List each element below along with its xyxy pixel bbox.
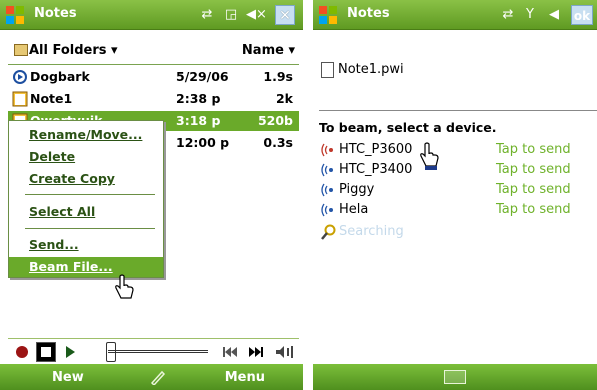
skip-back-button[interactable] bbox=[218, 342, 242, 362]
sort-dropdown[interactable]: Name ▾ bbox=[242, 43, 295, 58]
volume-icon[interactable]: ◀× bbox=[246, 7, 267, 23]
infrared-icon bbox=[321, 203, 333, 217]
file-name: Dogbark bbox=[30, 69, 90, 84]
new-softkey[interactable]: New bbox=[52, 370, 84, 385]
menu-item-rename-move[interactable]: Rename/Move... bbox=[9, 125, 163, 145]
file-name: Note1 bbox=[30, 91, 73, 106]
skip-forward-icon bbox=[249, 347, 263, 357]
note-icon bbox=[12, 91, 28, 107]
menu-item-beam-file[interactable]: Beam File... bbox=[9, 257, 163, 277]
stop-icon bbox=[41, 347, 51, 357]
audio-toolbar bbox=[8, 338, 299, 364]
tap-hand-cursor-icon bbox=[420, 142, 439, 170]
skip-forward-button[interactable] bbox=[244, 342, 268, 362]
folder-dropdown[interactable]: All Folders ▾ bbox=[29, 43, 118, 58]
device-name: HTC_P3600 bbox=[339, 142, 413, 157]
context-menu: Rename/Move... Delete Create Copy Select… bbox=[8, 120, 164, 278]
app-title: Notes bbox=[34, 6, 77, 21]
menu-item-delete[interactable]: Delete bbox=[9, 147, 163, 167]
device-name: Hela bbox=[339, 202, 369, 217]
title-bar: Notes ⇄ Y ◀ ok bbox=[313, 0, 597, 30]
device-name: HTC_P3400 bbox=[339, 162, 413, 177]
play-icon bbox=[66, 346, 75, 358]
beam-screen: Notes ⇄ Y ◀ ok Note1.pwi To beam, select… bbox=[313, 0, 597, 390]
notes-list-screen: Notes ⇄ ◲ ◀× ✕ All Folders ▾ Name ▾ Dogb… bbox=[0, 0, 303, 390]
position-slider[interactable] bbox=[108, 350, 208, 353]
ok-button[interactable]: ok bbox=[571, 5, 593, 25]
volume-level-icon bbox=[276, 346, 293, 358]
device-row[interactable]: Hela Tap to send bbox=[319, 200, 591, 220]
tap-to-send-link[interactable]: Tap to send bbox=[496, 142, 571, 157]
file-date: 5/29/06 bbox=[176, 69, 229, 84]
keyboard-icon[interactable] bbox=[444, 370, 466, 384]
signal-icon[interactable]: ◲ bbox=[222, 7, 240, 23]
menu-item-send[interactable]: Send... bbox=[9, 235, 163, 255]
tap-to-send-link[interactable]: Tap to send bbox=[496, 162, 571, 177]
connectivity-icon[interactable]: ⇄ bbox=[198, 7, 216, 23]
infrared-icon bbox=[321, 163, 333, 177]
menu-item-create-copy[interactable]: Create Copy bbox=[9, 169, 163, 189]
device-row[interactable]: HTC_P3400 Tap to send bbox=[319, 160, 591, 180]
device-name: Piggy bbox=[339, 182, 375, 197]
infrared-icon bbox=[321, 143, 333, 157]
title-bar: Notes ⇄ ◲ ◀× ✕ bbox=[0, 0, 303, 30]
stop-button[interactable] bbox=[36, 342, 56, 362]
beam-header: To beam, select a device. bbox=[319, 120, 497, 135]
device-row[interactable]: Piggy Tap to send bbox=[319, 180, 591, 200]
skip-back-icon bbox=[223, 347, 237, 357]
folder-icon bbox=[14, 44, 28, 56]
windows-start-icon[interactable] bbox=[4, 4, 26, 26]
tap-to-send-link[interactable]: Tap to send bbox=[496, 182, 571, 197]
softkey-bar: New Menu bbox=[0, 364, 303, 390]
signal-icon[interactable]: Y bbox=[521, 7, 539, 23]
menu-separator bbox=[25, 194, 155, 195]
file-size: 1.9s bbox=[263, 69, 293, 84]
document-icon bbox=[321, 62, 334, 78]
play-button[interactable] bbox=[60, 342, 80, 362]
menu-separator bbox=[25, 228, 155, 229]
document-name: Note1.pwi bbox=[338, 62, 404, 77]
softkey-bar bbox=[313, 364, 597, 390]
tap-to-send-link[interactable]: Tap to send bbox=[496, 202, 571, 217]
tap-hand-cursor-icon bbox=[115, 274, 134, 299]
menu-item-select-all[interactable]: Select All bbox=[9, 202, 163, 222]
close-button[interactable]: ✕ bbox=[275, 5, 295, 25]
searching-status: Searching bbox=[339, 224, 404, 239]
infrared-icon bbox=[321, 183, 333, 197]
file-size: 520b bbox=[257, 113, 293, 128]
folder-toolbar: All Folders ▾ Name ▾ bbox=[0, 30, 303, 66]
volume-level-button[interactable] bbox=[272, 342, 296, 362]
menu-softkey[interactable]: Menu bbox=[225, 370, 265, 385]
file-date: 12:00 p bbox=[176, 135, 230, 150]
file-row[interactable]: Dogbark 5/29/06 1.9s bbox=[8, 67, 299, 87]
file-row[interactable]: Note1 2:38 p 2k bbox=[8, 89, 299, 109]
file-date: 3:18 p bbox=[176, 113, 221, 128]
search-icon bbox=[321, 224, 336, 240]
file-date: 2:38 p bbox=[176, 91, 221, 106]
connectivity-icon[interactable]: ⇄ bbox=[499, 7, 517, 23]
volume-icon[interactable]: ◀ bbox=[545, 7, 563, 23]
pen-input-icon[interactable] bbox=[150, 369, 166, 385]
windows-start-icon[interactable] bbox=[317, 4, 339, 26]
file-size: 2k bbox=[275, 91, 293, 106]
device-row[interactable]: HTC_P3600 Tap to send bbox=[319, 140, 591, 160]
file-size: 0.3s bbox=[263, 135, 293, 150]
record-icon bbox=[16, 346, 28, 358]
divider bbox=[8, 64, 299, 65]
app-title: Notes bbox=[347, 6, 390, 21]
recording-icon bbox=[13, 70, 27, 84]
record-button[interactable] bbox=[12, 342, 32, 362]
